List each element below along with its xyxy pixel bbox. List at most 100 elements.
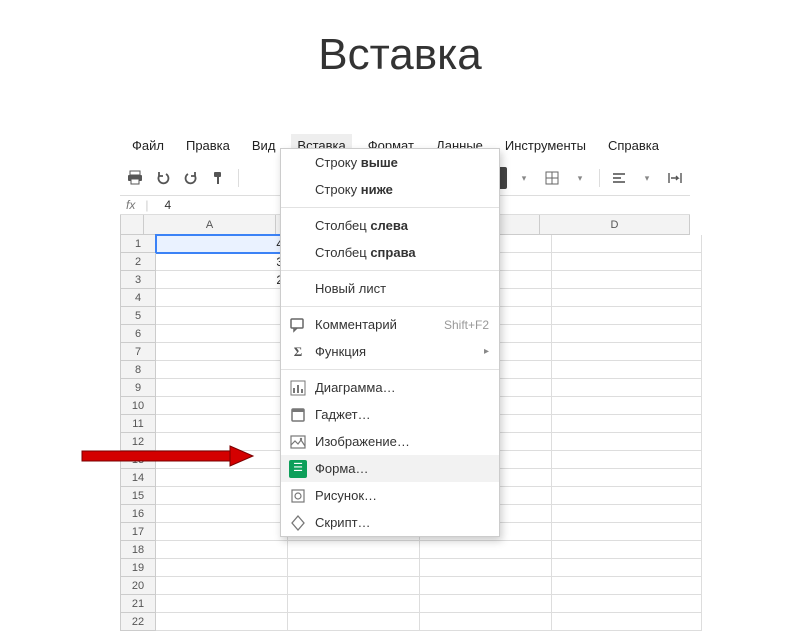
cell[interactable] [552, 415, 702, 433]
row-header[interactable]: 11 [120, 415, 156, 433]
cell[interactable] [552, 307, 702, 325]
row-header[interactable]: 14 [120, 469, 156, 487]
row-header[interactable]: 17 [120, 523, 156, 541]
align-icon[interactable] [608, 167, 630, 189]
cell[interactable] [552, 541, 702, 559]
insert-chart[interactable]: Диаграмма… [281, 374, 499, 401]
insert-row-below[interactable]: Строку ниже [281, 176, 499, 203]
cell[interactable] [552, 523, 702, 541]
cell[interactable] [156, 577, 288, 595]
cell[interactable] [552, 289, 702, 307]
cell[interactable] [156, 559, 288, 577]
dropdown-caret-icon[interactable]: ▾ [513, 167, 535, 189]
cell[interactable] [156, 541, 288, 559]
cell[interactable]: 3 [156, 253, 288, 271]
cell[interactable] [156, 415, 288, 433]
menu-help[interactable]: Справка [602, 134, 665, 157]
borders-icon[interactable] [541, 167, 563, 189]
cell[interactable] [552, 271, 702, 289]
cell[interactable] [552, 343, 702, 361]
menu-file[interactable]: Файл [126, 134, 170, 157]
select-all-cell[interactable] [120, 215, 144, 235]
cell[interactable] [552, 505, 702, 523]
menu-edit[interactable]: Правка [180, 134, 236, 157]
insert-col-right[interactable]: Столбец справа [281, 239, 499, 266]
insert-gadget[interactable]: Гаджет… [281, 401, 499, 428]
col-header-A[interactable]: A [144, 215, 276, 235]
cell[interactable] [156, 307, 288, 325]
cell[interactable] [156, 505, 288, 523]
row-header[interactable]: 16 [120, 505, 156, 523]
cell[interactable] [552, 469, 702, 487]
insert-new-sheet[interactable]: Новый лист [281, 275, 499, 302]
row-header[interactable]: 19 [120, 559, 156, 577]
cell[interactable]: 2 [156, 271, 288, 289]
cell[interactable] [552, 325, 702, 343]
cell[interactable] [552, 253, 702, 271]
col-header-D[interactable]: D [540, 215, 690, 235]
cell[interactable]: 4 [156, 235, 288, 253]
cell[interactable] [420, 613, 552, 631]
row-header[interactable]: 22 [120, 613, 156, 631]
row-header[interactable]: 7 [120, 343, 156, 361]
row-header[interactable]: 18 [120, 541, 156, 559]
insert-col-left[interactable]: Столбец слева [281, 212, 499, 239]
insert-row-above[interactable]: Строку выше [281, 149, 499, 176]
insert-comment[interactable]: Комментарий Shift+F2 [281, 311, 499, 338]
cell[interactable] [156, 613, 288, 631]
cell[interactable] [552, 613, 702, 631]
row-header[interactable]: 3 [120, 271, 156, 289]
print-icon[interactable] [124, 167, 146, 189]
cell[interactable] [552, 595, 702, 613]
cell[interactable] [552, 433, 702, 451]
row-header[interactable]: 1 [120, 235, 156, 253]
cell[interactable] [552, 559, 702, 577]
cell[interactable] [156, 469, 288, 487]
cell[interactable] [420, 577, 552, 595]
cell[interactable] [156, 397, 288, 415]
cell[interactable] [552, 361, 702, 379]
dropdown-caret-icon[interactable]: ▾ [636, 167, 658, 189]
cell[interactable] [552, 487, 702, 505]
insert-form[interactable]: ☰ Форма… [281, 455, 499, 482]
cell[interactable] [552, 451, 702, 469]
cell[interactable] [156, 361, 288, 379]
cell[interactable] [156, 325, 288, 343]
cell[interactable] [156, 451, 288, 469]
cell[interactable] [156, 487, 288, 505]
redo-icon[interactable] [180, 167, 202, 189]
formula-input[interactable]: 4 [158, 198, 171, 212]
cell[interactable] [420, 541, 552, 559]
cell[interactable] [156, 523, 288, 541]
row-header[interactable]: 15 [120, 487, 156, 505]
row-header[interactable]: 2 [120, 253, 156, 271]
cell[interactable] [288, 595, 420, 613]
menu-view[interactable]: Вид [246, 134, 282, 157]
cell[interactable] [288, 613, 420, 631]
insert-script[interactable]: Скрипт… [281, 509, 499, 536]
cell[interactable] [288, 577, 420, 595]
cell[interactable] [288, 541, 420, 559]
insert-function[interactable]: Σ Функция ▸ [281, 338, 499, 365]
row-header[interactable]: 8 [120, 361, 156, 379]
undo-icon[interactable] [152, 167, 174, 189]
cell[interactable] [552, 379, 702, 397]
cell[interactable] [420, 595, 552, 613]
dropdown-caret-icon[interactable]: ▾ [569, 167, 591, 189]
row-header[interactable]: 12 [120, 433, 156, 451]
menu-tools[interactable]: Инструменты [499, 134, 592, 157]
cell[interactable] [156, 379, 288, 397]
cell[interactable] [552, 577, 702, 595]
cell[interactable] [420, 559, 552, 577]
row-header[interactable]: 5 [120, 307, 156, 325]
cell[interactable] [156, 595, 288, 613]
row-header[interactable]: 13 [120, 451, 156, 469]
row-header[interactable]: 10 [120, 397, 156, 415]
cell[interactable] [156, 343, 288, 361]
cell[interactable] [156, 289, 288, 307]
row-header[interactable]: 21 [120, 595, 156, 613]
cell[interactable] [552, 235, 702, 253]
wrap-icon[interactable] [664, 167, 686, 189]
cell[interactable] [156, 433, 288, 451]
row-header[interactable]: 20 [120, 577, 156, 595]
